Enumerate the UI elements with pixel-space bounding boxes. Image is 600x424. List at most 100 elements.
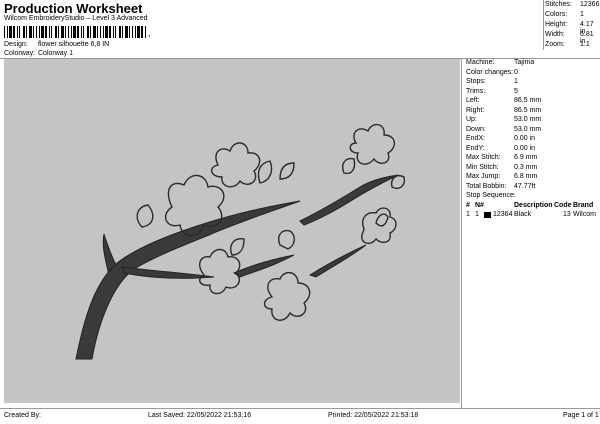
barcode-bar xyxy=(17,26,18,38)
detail-up: Up: 53.0 mm xyxy=(466,116,542,123)
footer-page: Page 1 of 1 xyxy=(563,412,599,419)
barcode-bar xyxy=(45,26,47,38)
leaf-3 xyxy=(279,162,295,180)
barcode-bar xyxy=(71,26,72,38)
barcode-bar xyxy=(19,26,20,38)
barcode-bar xyxy=(23,26,25,38)
barcode-bar xyxy=(122,26,123,38)
barcode-bar xyxy=(77,26,79,38)
stat-height: Height: 4.17 in xyxy=(545,21,594,35)
branch-right-lower xyxy=(308,244,367,278)
barcode-bar xyxy=(129,26,130,38)
detail-endx: EndX: 0.00 in xyxy=(466,135,536,142)
leaf-4 xyxy=(230,238,245,256)
detail-color-changes: Color changes: 0 xyxy=(466,68,518,76)
stat-zoom: Zoom: 1:1 xyxy=(545,41,590,48)
detail-stops: Stops: 1 xyxy=(466,78,518,85)
stop-sequence-label: Stop Sequence: xyxy=(466,192,516,199)
barcode-bar xyxy=(81,26,82,38)
barcode-bar xyxy=(73,26,76,38)
barcode-bar xyxy=(41,26,44,38)
flower-bottom xyxy=(263,272,311,321)
design-value: flower silhouette 6,8 IN xyxy=(38,41,110,48)
barcode-bar xyxy=(13,26,15,38)
barcode-bar xyxy=(145,26,146,38)
bud-middle xyxy=(278,229,295,250)
barcode-bar xyxy=(97,26,98,38)
flower-middle xyxy=(199,248,241,295)
detail-machine: Machine: Tajima xyxy=(466,59,535,66)
colorway-label: Colorway: xyxy=(4,50,36,57)
branch-main xyxy=(75,200,301,360)
barcode-bar xyxy=(83,26,84,38)
barcode-bar xyxy=(55,26,57,38)
barcode-bar xyxy=(103,26,104,38)
detail-left: Left: 86.5 mm xyxy=(466,97,542,104)
design-canvas xyxy=(4,59,460,403)
bud-right-middle xyxy=(375,213,389,227)
barcode-bar xyxy=(87,26,89,38)
stop-sequence-header: # N# Description Code Brand xyxy=(466,202,594,209)
barcode-bar xyxy=(90,26,91,38)
bud-right-top xyxy=(342,157,356,175)
thread-color-swatch xyxy=(484,212,491,218)
barcode-bar xyxy=(125,26,128,38)
barcode-bar xyxy=(68,26,69,38)
embroidery-design xyxy=(75,124,406,360)
barcode-bar xyxy=(7,26,8,38)
detail-trims: Trims: 5 xyxy=(466,87,518,95)
barcode-bar xyxy=(33,26,34,38)
barcode-bar xyxy=(4,26,5,38)
barcode-bar xyxy=(141,26,143,38)
barcode-bar xyxy=(51,26,52,38)
leaf-1 xyxy=(136,204,154,228)
stat-stitches: Stitches: 12366 xyxy=(545,1,600,8)
detail-total-bobbin: Total Bobbin: 47.77ft xyxy=(466,182,536,190)
flower-top xyxy=(211,142,261,188)
software-subtitle: Wilcom EmbroideryStudio – Level 3 Advanc… xyxy=(4,15,148,22)
barcode-bar xyxy=(109,26,111,38)
barcode-bar xyxy=(93,26,96,38)
barcode-bar xyxy=(9,26,12,38)
barcode-bar xyxy=(132,26,133,38)
detail-min-stitch: Min Stitch: 0.3 mm xyxy=(466,163,538,171)
barcode-bar xyxy=(65,26,66,38)
details-panel: Machine: Tajima Color changes: 0 Stops: 1 T… xyxy=(464,59,598,220)
barcode-bar xyxy=(137,26,140,38)
footer-last-saved: Last Saved: 22/05/2022 21:53:16 xyxy=(148,412,252,419)
detail-max-jump: Max Jump: 6.8 mm xyxy=(466,173,538,180)
bud-right xyxy=(390,175,406,189)
barcode-bar xyxy=(36,26,37,38)
barcode-suffix: , xyxy=(148,28,151,38)
footer-printed: Printed: 22/05/2022 21:53:18 xyxy=(328,412,419,419)
page-title: Production Worksheet xyxy=(4,1,143,16)
barcode xyxy=(4,26,146,38)
detail-endy: EndY: 0.00 in xyxy=(466,144,536,152)
flower-right-top xyxy=(349,124,395,165)
barcode-bar xyxy=(49,26,50,38)
stop-sequence-row: 1 1 12364 Black 13 Wilcom xyxy=(466,211,596,218)
branch-right-upper xyxy=(299,174,399,226)
barcode-bar xyxy=(61,26,64,38)
barcode-bar xyxy=(39,26,40,38)
stats-panel: Stitches: 12366 Colors: 1 Height: 4.17 in W… xyxy=(545,1,599,51)
detail-max-stitch: Max Stitch: 6.9 mm xyxy=(466,154,538,161)
barcode-bar xyxy=(115,26,116,38)
stat-width: Width: 6.81 in xyxy=(545,31,594,45)
barcode-bar xyxy=(29,26,32,38)
barcode-bar xyxy=(58,26,59,38)
barcode-bar xyxy=(135,26,136,38)
leaf-2 xyxy=(257,160,273,184)
design-label: Design: xyxy=(4,41,28,48)
barcode-bar xyxy=(105,26,108,38)
barcode-bar xyxy=(26,26,27,38)
branch-twig-left xyxy=(102,233,117,272)
barcode-bar xyxy=(119,26,121,38)
barcode-bar xyxy=(113,26,114,38)
footer-created-by: Created By: xyxy=(4,412,41,419)
detail-down: Down: 53.0 mm xyxy=(466,125,542,133)
detail-right: Right: 86.5 mm xyxy=(466,106,542,114)
barcode-bar xyxy=(100,26,101,38)
colorway-value: Colorway 1 xyxy=(38,50,74,57)
stat-colors: Colors: 1 xyxy=(545,11,584,18)
